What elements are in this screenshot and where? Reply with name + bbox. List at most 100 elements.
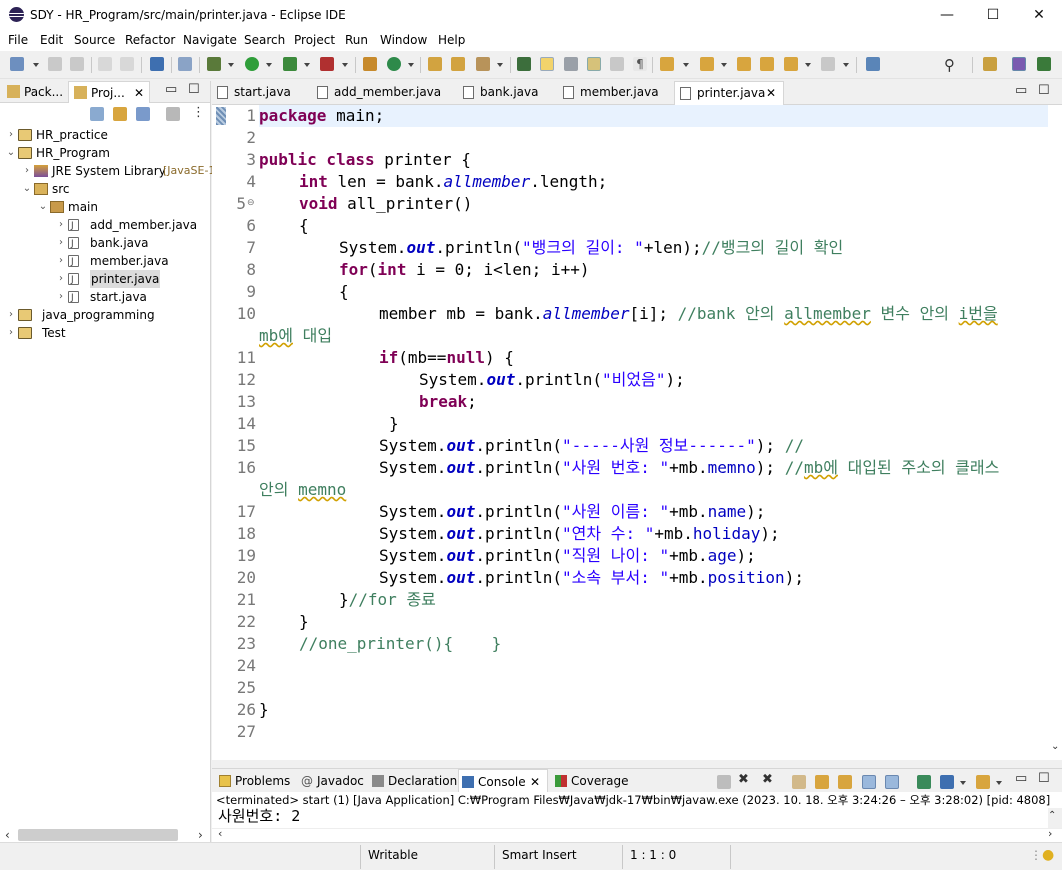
maximize-button[interactable]: ☐	[970, 0, 1016, 30]
back-icon[interactable]	[784, 57, 798, 71]
next-annotation-icon[interactable]	[660, 57, 674, 71]
new-icon[interactable]	[10, 57, 24, 71]
close-icon[interactable]: ✕	[530, 770, 540, 794]
undo-icon[interactable]	[98, 57, 112, 71]
chevron-right-icon[interactable]: ›	[56, 288, 66, 306]
new-java-package-icon[interactable]	[363, 57, 377, 71]
forward-edit-icon[interactable]	[760, 57, 774, 71]
search-icon[interactable]: ⚲	[944, 56, 955, 74]
chevron-down-icon[interactable]: ⌄	[6, 144, 16, 162]
menu-file[interactable]: File	[8, 33, 28, 47]
horizontal-scrollbar[interactable]	[18, 829, 178, 841]
word-wrap-icon[interactable]	[587, 57, 601, 71]
tab-coverage[interactable]: Coverage	[552, 769, 642, 793]
chevron-down-icon[interactable]: ⌄	[38, 198, 48, 216]
tab-bank-java[interactable]: bank.java	[458, 81, 553, 105]
forward-icon[interactable]	[821, 57, 835, 71]
view-menu-icon[interactable]: ⋮	[192, 105, 205, 120]
search-tool-icon[interactable]	[476, 57, 490, 71]
pilcrow-icon[interactable]: ¶	[633, 57, 647, 71]
tab-declaration[interactable]: Declaration	[369, 769, 457, 793]
scroll-right-icon[interactable]: ›	[1048, 827, 1052, 840]
menu-navigate[interactable]: Navigate	[183, 33, 237, 47]
collapse-all-icon[interactable]	[90, 107, 104, 121]
filter-icon[interactable]	[136, 107, 150, 121]
open-type-icon[interactable]	[428, 57, 442, 71]
show-on-stdout-icon[interactable]	[862, 775, 876, 789]
maximize-panel-icon[interactable]: ☐	[188, 82, 200, 97]
chevron-right-icon[interactable]: ›	[6, 306, 16, 324]
console-output[interactable]: 사원번호: 2	[212, 808, 1048, 828]
close-icon[interactable]: ✕	[134, 82, 144, 104]
skip-breakpoints-icon[interactable]	[178, 57, 192, 71]
code-area[interactable]: package main; public class printer { int…	[259, 105, 1048, 760]
tab-package-explorer[interactable]: Pack...	[2, 81, 64, 103]
menu-help[interactable]: Help	[438, 33, 465, 47]
fold-collapse-icon[interactable]: ⊖	[247, 198, 255, 208]
close-button[interactable]: ✕	[1016, 0, 1062, 30]
chevron-right-icon[interactable]: ›	[56, 234, 66, 252]
coverage-icon[interactable]	[283, 57, 297, 71]
minimize-panel-icon[interactable]: ▭	[165, 82, 177, 97]
last-edit-icon[interactable]	[737, 57, 751, 71]
show-whitespace-icon[interactable]	[610, 57, 624, 71]
run-icon[interactable]	[245, 57, 259, 71]
menu-run[interactable]: Run	[345, 33, 368, 47]
terminate-icon[interactable]	[717, 775, 731, 789]
chevron-down-icon[interactable]: ⌄	[22, 180, 32, 198]
console-scroll-up-icon[interactable]: ⌃	[1048, 810, 1056, 821]
debug-perspective-icon[interactable]	[1037, 57, 1051, 71]
menu-search[interactable]: Search	[244, 33, 285, 47]
maximize-panel-icon[interactable]: ☐	[1038, 771, 1050, 786]
minimize-button[interactable]: —	[924, 0, 970, 30]
debug-icon[interactable]	[207, 57, 221, 71]
display-console-icon[interactable]	[940, 775, 954, 789]
open-console-icon[interactable]	[976, 775, 990, 789]
clear-console-icon[interactable]	[792, 775, 806, 789]
tab-console[interactable]: Console ✕	[458, 769, 548, 793]
scroll-lock-icon[interactable]	[815, 775, 829, 789]
chevron-right-icon[interactable]: ›	[56, 270, 66, 288]
tab-project-explorer[interactable]: Proj... ✕	[68, 81, 150, 103]
console-view-icon[interactable]	[150, 57, 164, 71]
chevron-right-icon[interactable]: ›	[56, 216, 66, 234]
open-folder-icon[interactable]	[451, 57, 465, 71]
menu-project[interactable]: Project	[294, 33, 335, 47]
remove-launch-icon[interactable]: ✖	[738, 772, 749, 787]
tab-printer-java[interactable]: printer.java ✕	[674, 81, 784, 105]
minimize-editor-icon[interactable]: ▭	[1015, 83, 1027, 98]
chevron-right-icon[interactable]: ›	[22, 162, 32, 180]
previous-annotation-icon[interactable]	[700, 57, 714, 71]
word-wrap-console-icon[interactable]	[838, 775, 852, 789]
external-tools-icon[interactable]	[320, 57, 334, 71]
chevron-right-icon[interactable]: ›	[6, 324, 16, 342]
chevron-right-icon[interactable]: ›	[56, 252, 66, 270]
link-with-editor-icon[interactable]	[113, 107, 127, 121]
open-perspective-icon[interactable]	[983, 57, 997, 71]
minimize-panel-icon[interactable]: ▭	[1015, 771, 1027, 786]
tab-member-java[interactable]: member.java	[558, 81, 668, 105]
save-icon[interactable]	[48, 57, 62, 71]
new-dropdown-icon[interactable]	[33, 63, 39, 67]
tab-add-member-java[interactable]: add_member.java	[312, 81, 452, 105]
remove-all-launches-icon[interactable]: ✖	[762, 772, 773, 787]
scroll-right-icon[interactable]: ›	[198, 828, 203, 842]
status-menu-icon[interactable]: ⋮	[1030, 848, 1042, 862]
menu-edit[interactable]: Edit	[40, 33, 63, 47]
java-perspective-icon[interactable]	[1012, 57, 1026, 71]
scroll-left-icon[interactable]: ‹	[5, 828, 10, 842]
menu-source[interactable]: Source	[74, 33, 115, 47]
pin-console-icon[interactable]	[917, 775, 931, 789]
block-selection-icon[interactable]	[564, 57, 578, 71]
run-dropdown-icon[interactable]	[266, 63, 272, 67]
tab-problems[interactable]: Problems	[216, 769, 296, 793]
tab-start-java[interactable]: start.java	[212, 81, 302, 105]
focus-icon[interactable]	[166, 107, 180, 121]
save-all-icon[interactable]	[70, 57, 84, 71]
menu-refactor[interactable]: Refactor	[125, 33, 175, 47]
show-on-stderr-icon[interactable]	[885, 775, 899, 789]
scroll-down-icon[interactable]: ⌄	[1051, 741, 1059, 752]
close-icon[interactable]: ✕	[766, 82, 776, 105]
scroll-left-icon[interactable]: ‹	[218, 827, 222, 840]
mark-occurrences-icon[interactable]	[540, 57, 554, 71]
